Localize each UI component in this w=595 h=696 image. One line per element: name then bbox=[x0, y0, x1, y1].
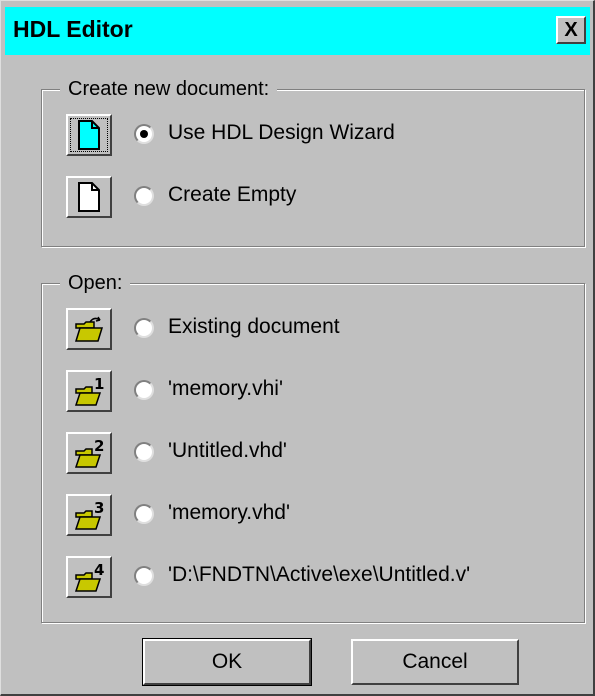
ok-button[interactable]: OK bbox=[143, 639, 311, 685]
design-wizard-button[interactable] bbox=[66, 114, 112, 156]
existing-document-label[interactable]: Existing document bbox=[168, 315, 340, 339]
open-existing-button[interactable] bbox=[66, 308, 112, 350]
ok-button-label: OK bbox=[211, 650, 243, 673]
recent-file-3-radio[interactable] bbox=[134, 504, 154, 524]
recent-file-3-label[interactable]: 'memory.vhd' bbox=[168, 501, 290, 525]
title-bar[interactable]: HDL Editor X bbox=[5, 7, 590, 55]
create-empty-button[interactable] bbox=[66, 176, 112, 218]
existing-document-radio[interactable] bbox=[134, 318, 154, 338]
open-folder-icon bbox=[74, 316, 104, 342]
create-empty-label[interactable]: Create Empty bbox=[168, 183, 296, 207]
recent-file-2-button[interactable]: 2 bbox=[66, 432, 112, 474]
recent-file-4-radio[interactable] bbox=[134, 566, 154, 586]
blank-document-icon bbox=[78, 182, 100, 212]
recent-file-badge: 1 bbox=[94, 375, 104, 393]
hdl-editor-dialog: HDL Editor X Create new document: Use HD… bbox=[0, 0, 595, 696]
recent-file-badge: 4 bbox=[94, 561, 104, 579]
recent-file-badge: 3 bbox=[94, 499, 104, 517]
recent-file-folder-icon: 2 bbox=[74, 437, 104, 468]
recent-file-folder-icon: 3 bbox=[74, 499, 104, 530]
recent-file-3-button[interactable]: 3 bbox=[66, 494, 112, 536]
recent-file-4-label[interactable]: 'D:\FNDTN\Active\exe\Untitled.v' bbox=[168, 563, 470, 587]
cancel-button[interactable]: Cancel bbox=[351, 639, 519, 685]
recent-file-badge: 2 bbox=[94, 437, 104, 455]
open-group: Open: Existing document 1 'memory.vhi' 2… bbox=[41, 270, 585, 623]
recent-file-1-radio[interactable] bbox=[134, 380, 154, 400]
design-wizard-label[interactable]: Use HDL Design Wizard bbox=[168, 121, 395, 145]
close-button[interactable]: X bbox=[556, 16, 586, 44]
recent-file-2-label[interactable]: 'Untitled.vhd' bbox=[168, 439, 287, 463]
create-group-legend: Create new document: bbox=[60, 76, 278, 102]
create-empty-radio[interactable] bbox=[134, 186, 154, 206]
design-wizard-radio[interactable] bbox=[134, 124, 154, 144]
recent-file-folder-icon: 4 bbox=[74, 561, 104, 592]
recent-file-4-button[interactable]: 4 bbox=[66, 556, 112, 598]
recent-file-folder-icon: 1 bbox=[74, 375, 104, 406]
wizard-document-icon bbox=[78, 120, 100, 150]
radio-selected-dot bbox=[140, 130, 148, 138]
recent-file-2-radio[interactable] bbox=[134, 442, 154, 462]
cancel-button-label: Cancel bbox=[402, 650, 468, 673]
open-group-legend: Open: bbox=[60, 270, 131, 296]
window-title: HDL Editor bbox=[13, 16, 133, 42]
close-icon: X bbox=[564, 19, 578, 41]
recent-file-1-button[interactable]: 1 bbox=[66, 370, 112, 412]
create-new-document-group: Create new document: Use HDL Design Wiza… bbox=[41, 76, 585, 247]
recent-file-1-label[interactable]: 'memory.vhi' bbox=[168, 377, 283, 401]
